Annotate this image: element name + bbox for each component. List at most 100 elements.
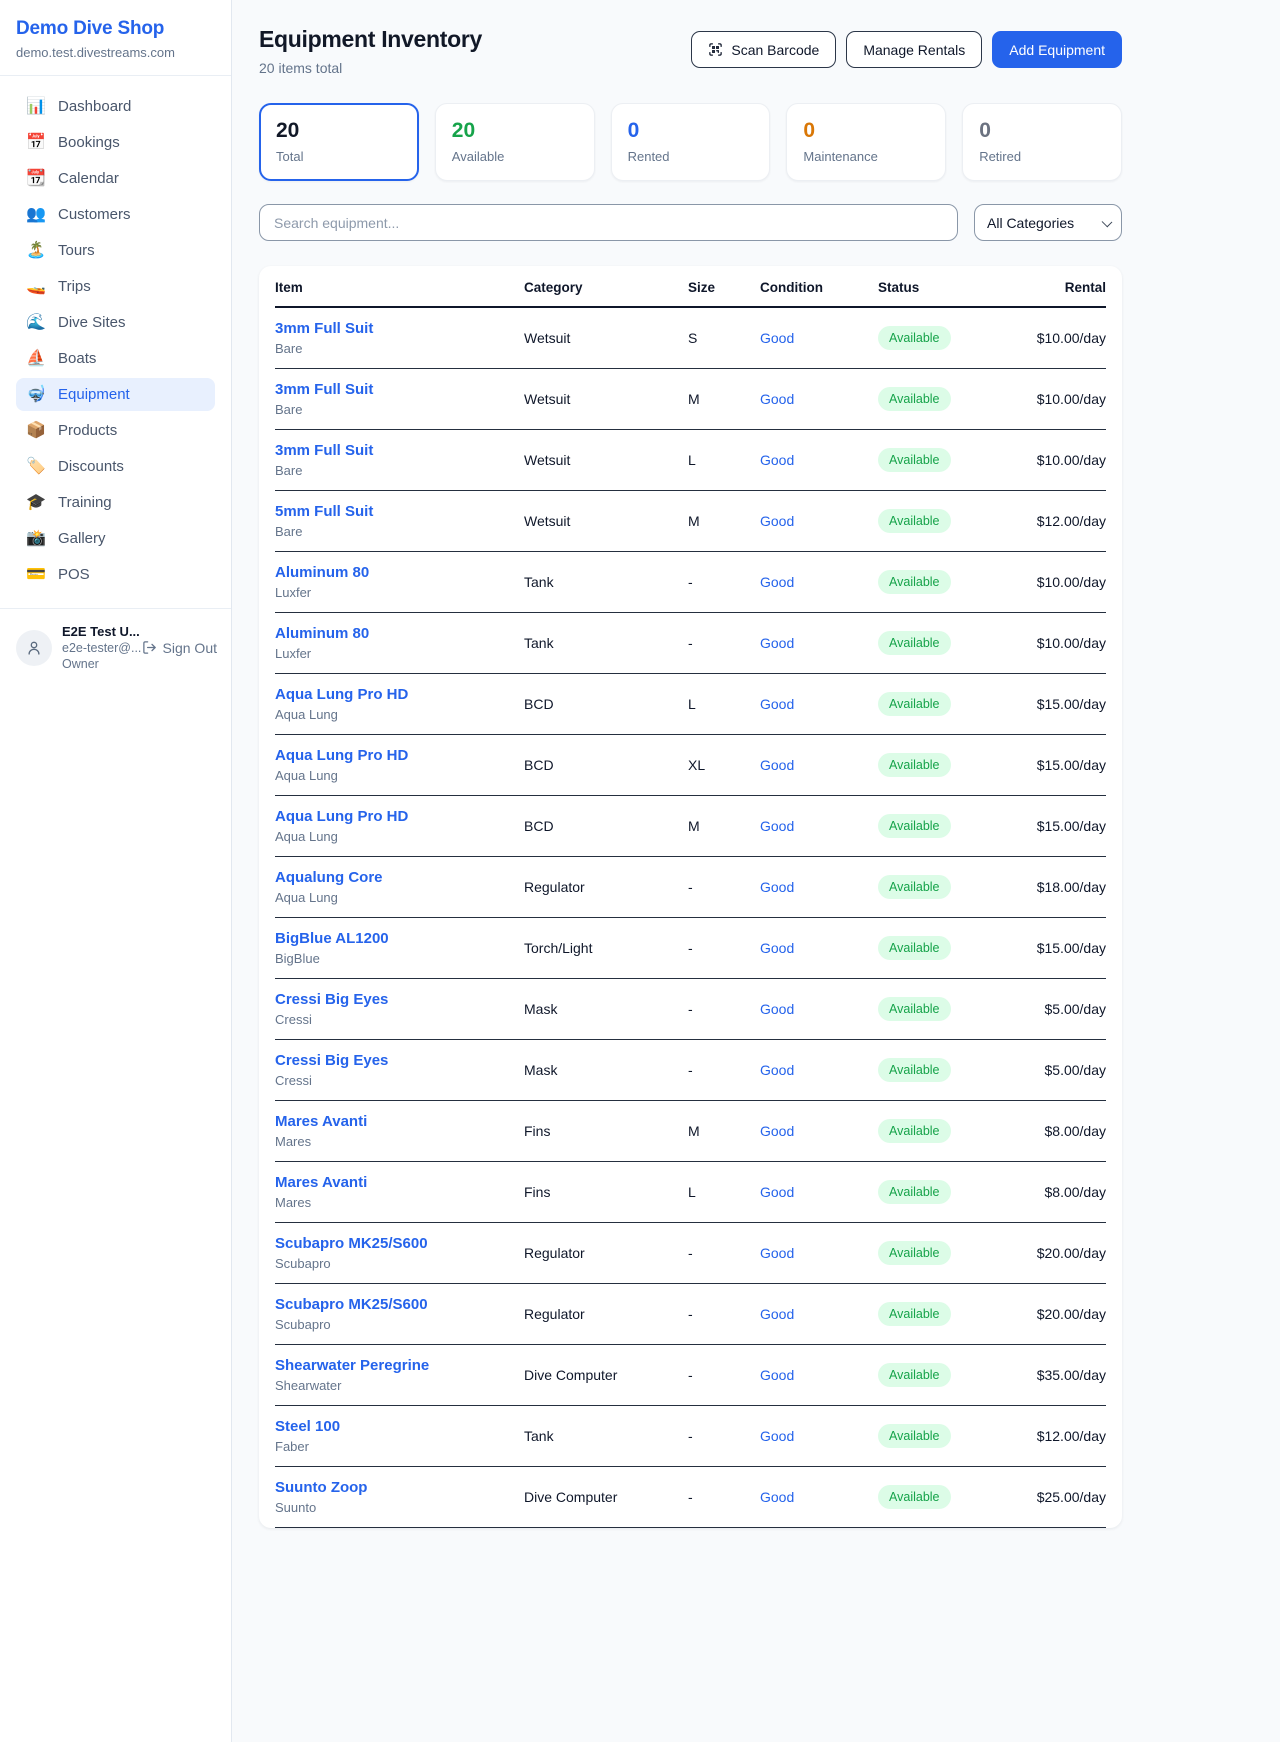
item-name-link[interactable]: Shearwater Peregrine — [275, 1357, 524, 1374]
condition-link[interactable]: Good — [760, 1001, 878, 1017]
column-header-size: Size — [688, 280, 760, 295]
stat-label: Retired — [979, 149, 1105, 164]
condition-link[interactable]: Good — [760, 391, 878, 407]
item-name-link[interactable]: 3mm Full Suit — [275, 320, 524, 337]
category-cell: Wetsuit — [524, 513, 688, 529]
stat-card[interactable]: 20 Total — [259, 103, 419, 181]
sidebar-nav-item[interactable]: 🚤 Trips — [16, 270, 215, 303]
item-name-link[interactable]: Cressi Big Eyes — [275, 1052, 524, 1069]
sidebar-nav-item[interactable]: 📅 Bookings — [16, 126, 215, 159]
item-name-link[interactable]: Aluminum 80 — [275, 625, 524, 642]
condition-link[interactable]: Good — [760, 1306, 878, 1322]
item-name-link[interactable]: 3mm Full Suit — [275, 381, 524, 398]
sidebar-nav-item[interactable]: 👥 Customers — [16, 198, 215, 231]
condition-link[interactable]: Good — [760, 1245, 878, 1261]
item-name-link[interactable]: Mares Avanti — [275, 1174, 524, 1191]
sign-out-button[interactable]: Sign Out — [142, 640, 217, 656]
item-name-link[interactable]: Aqua Lung Pro HD — [275, 808, 524, 825]
item-name-link[interactable]: Steel 100 — [275, 1418, 524, 1435]
category-select[interactable]: All Categories — [974, 204, 1122, 241]
condition-link[interactable]: Good — [760, 879, 878, 895]
status-cell: Available — [878, 1485, 1030, 1509]
condition-link[interactable]: Good — [760, 574, 878, 590]
item-name-link[interactable]: 3mm Full Suit — [275, 442, 524, 459]
condition-link[interactable]: Good — [760, 757, 878, 773]
sidebar-nav-item[interactable]: 📆 Calendar — [16, 162, 215, 195]
condition-link[interactable]: Good — [760, 940, 878, 956]
search-input[interactable] — [259, 204, 958, 241]
filters-row: All Categories — [259, 204, 1122, 241]
stat-card[interactable]: 20 Available — [435, 103, 595, 181]
size-cell: - — [688, 1245, 760, 1261]
table-row: 3mm Full Suit Bare Wetsuit S Good Availa… — [275, 308, 1106, 369]
avatar — [16, 630, 52, 666]
sidebar-nav-item[interactable]: 📦 Products — [16, 414, 215, 447]
condition-link[interactable]: Good — [760, 513, 878, 529]
status-badge: Available — [878, 1424, 951, 1448]
item-name-link[interactable]: Aluminum 80 — [275, 564, 524, 581]
rental-cell: $10.00/day — [1030, 635, 1106, 651]
item-brand: Aqua Lung — [275, 890, 524, 905]
condition-link[interactable]: Good — [760, 818, 878, 834]
item-name-link[interactable]: Mares Avanti — [275, 1113, 524, 1130]
sidebar-nav-item[interactable]: 💳 POS — [16, 558, 215, 591]
item-cell: Aluminum 80 Luxfer — [275, 564, 524, 600]
sidebar-nav-item[interactable]: 🏷️ Discounts — [16, 450, 215, 483]
size-cell: - — [688, 1489, 760, 1505]
condition-link[interactable]: Good — [760, 1428, 878, 1444]
status-cell: Available — [878, 1302, 1030, 1326]
item-name-link[interactable]: 5mm Full Suit — [275, 503, 524, 520]
add-equipment-label: Add Equipment — [1009, 42, 1105, 58]
page-header: Equipment Inventory 20 items total Scan … — [259, 26, 1122, 76]
status-badge: Available — [878, 1119, 951, 1143]
item-brand: Suunto — [275, 1500, 524, 1515]
sidebar-nav-item[interactable]: ⛵ Boats — [16, 342, 215, 375]
item-name-link[interactable]: Aqua Lung Pro HD — [275, 686, 524, 703]
item-name-link[interactable]: BigBlue AL1200 — [275, 930, 524, 947]
condition-link[interactable]: Good — [760, 1184, 878, 1200]
table-row: Aluminum 80 Luxfer Tank - Good Available… — [275, 552, 1106, 613]
user-name: E2E Test U... — [62, 624, 132, 639]
size-cell: L — [688, 696, 760, 712]
status-badge: Available — [878, 1302, 951, 1326]
condition-link[interactable]: Good — [760, 1367, 878, 1383]
item-name-link[interactable]: Scubapro MK25/S600 — [275, 1296, 524, 1313]
nav-item-label: Dashboard — [58, 98, 131, 115]
add-equipment-button[interactable]: Add Equipment — [992, 31, 1122, 68]
item-name-link[interactable]: Scubapro MK25/S600 — [275, 1235, 524, 1252]
rental-cell: $20.00/day — [1030, 1245, 1106, 1261]
status-cell: Available — [878, 1363, 1030, 1387]
rental-cell: $35.00/day — [1030, 1367, 1106, 1383]
stat-card[interactable]: 0 Retired — [962, 103, 1122, 181]
sidebar-nav-item[interactable]: 🌊 Dive Sites — [16, 306, 215, 339]
manage-rentals-button[interactable]: Manage Rentals — [846, 31, 982, 68]
sidebar-nav-item[interactable]: 📊 Dashboard — [16, 90, 215, 123]
sidebar-nav-item[interactable]: 🤿 Equipment — [16, 378, 215, 411]
item-name-link[interactable]: Cressi Big Eyes — [275, 991, 524, 1008]
condition-link[interactable]: Good — [760, 452, 878, 468]
condition-link[interactable]: Good — [760, 696, 878, 712]
condition-link[interactable]: Good — [760, 1062, 878, 1078]
item-name-link[interactable]: Aqualung Core — [275, 869, 524, 886]
category-cell: Mask — [524, 1001, 688, 1017]
sidebar-nav-item[interactable]: 📸 Gallery — [16, 522, 215, 555]
sidebar-nav-item[interactable]: 🎓 Training — [16, 486, 215, 519]
stat-label: Rented — [628, 149, 754, 164]
stat-card[interactable]: 0 Rented — [611, 103, 771, 181]
item-name-link[interactable]: Suunto Zoop — [275, 1479, 524, 1496]
sidebar-nav-item[interactable]: 🏝️ Tours — [16, 234, 215, 267]
condition-link[interactable]: Good — [760, 330, 878, 346]
stat-value: 20 — [276, 119, 402, 142]
rental-cell: $5.00/day — [1030, 1001, 1106, 1017]
condition-link[interactable]: Good — [760, 1123, 878, 1139]
scan-barcode-button[interactable]: Scan Barcode — [691, 31, 836, 68]
item-brand: Luxfer — [275, 585, 524, 600]
status-cell: Available — [878, 875, 1030, 899]
nav-item-icon: 📦 — [26, 423, 46, 439]
size-cell: - — [688, 1001, 760, 1017]
stat-card[interactable]: 0 Maintenance — [786, 103, 946, 181]
condition-link[interactable]: Good — [760, 1489, 878, 1505]
item-name-link[interactable]: Aqua Lung Pro HD — [275, 747, 524, 764]
condition-link[interactable]: Good — [760, 635, 878, 651]
status-badge: Available — [878, 692, 951, 716]
